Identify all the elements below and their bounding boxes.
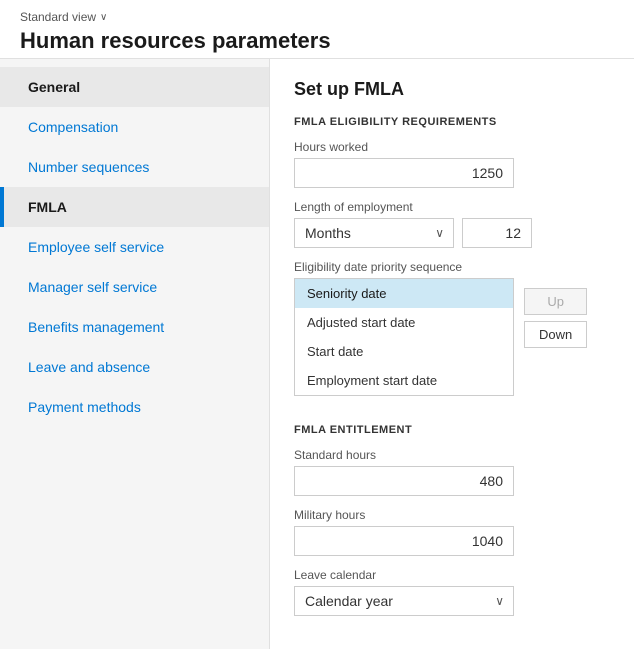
standard-view-chevron: ∨	[100, 12, 107, 23]
entitlement-section-label: FMLA ENTITLEMENT	[294, 424, 610, 436]
priority-button-group: Up Down	[524, 288, 587, 348]
length-of-employment-label: Length of employment	[294, 200, 610, 214]
sidebar-item-leave-and-absence[interactable]: Leave and absence	[0, 347, 269, 387]
sidebar-item-payment-methods[interactable]: Payment methods	[0, 387, 269, 427]
sidebar-item-fmla[interactable]: FMLA	[0, 187, 269, 227]
eligibility-section-label: FMLA ELIGIBILITY REQUIREMENTS	[294, 116, 610, 128]
sidebar: General Compensation Number sequences FM…	[0, 59, 270, 649]
standard-hours-group: Standard hours	[294, 448, 610, 496]
priority-row: Eligibility date priority sequence Senio…	[294, 260, 610, 408]
sidebar-item-general-label: General	[28, 79, 80, 95]
leave-calendar-label: Leave calendar	[294, 568, 610, 582]
sidebar-item-benefits-management-label: Benefits management	[28, 319, 164, 335]
standard-view-toggle[interactable]: Standard view ∨	[20, 10, 614, 24]
up-button[interactable]: Up	[524, 288, 587, 315]
content-section-title: Set up FMLA	[294, 79, 610, 100]
main-layout: General Compensation Number sequences FM…	[0, 59, 634, 649]
priority-item-employment-start-date[interactable]: Employment start date	[295, 366, 513, 395]
length-of-employment-group: Length of employment Months Years Days ∨	[294, 200, 610, 248]
military-hours-group: Military hours	[294, 508, 610, 556]
sidebar-item-employee-self-service[interactable]: Employee self service	[0, 227, 269, 267]
length-number-input[interactable]	[462, 218, 532, 248]
leave-calendar-dropdown-wrapper: Calendar year Fiscal year ∨	[294, 586, 514, 616]
sidebar-item-leave-and-absence-label: Leave and absence	[28, 359, 150, 375]
down-button[interactable]: Down	[524, 321, 587, 348]
priority-item-start-date[interactable]: Start date	[295, 337, 513, 366]
priority-list: Seniority date Adjusted start date Start…	[294, 278, 514, 396]
sidebar-item-compensation[interactable]: Compensation	[0, 107, 269, 147]
priority-item-adjusted-start-date[interactable]: Adjusted start date	[295, 308, 513, 337]
priority-item-seniority-date[interactable]: Seniority date	[295, 279, 513, 308]
priority-list-label: Eligibility date priority sequence	[294, 260, 514, 274]
priority-list-container: Eligibility date priority sequence Senio…	[294, 260, 514, 396]
hours-worked-input[interactable]	[294, 158, 514, 188]
sidebar-item-benefits-management[interactable]: Benefits management	[0, 307, 269, 347]
sidebar-item-payment-methods-label: Payment methods	[28, 399, 141, 415]
length-dropdown-wrapper: Months Years Days ∨	[294, 218, 454, 248]
entitlement-section: FMLA ENTITLEMENT Standard hours Military…	[294, 424, 610, 616]
sidebar-item-number-sequences[interactable]: Number sequences	[0, 147, 269, 187]
sidebar-item-employee-self-service-label: Employee self service	[28, 239, 164, 255]
leave-calendar-dropdown[interactable]: Calendar year Fiscal year	[294, 586, 514, 616]
sidebar-item-fmla-label: FMLA	[28, 199, 67, 215]
standard-hours-label: Standard hours	[294, 448, 610, 462]
sidebar-item-manager-self-service-label: Manager self service	[28, 279, 157, 295]
military-hours-input[interactable]	[294, 526, 514, 556]
military-hours-label: Military hours	[294, 508, 610, 522]
top-bar: Standard view ∨ Human resources paramete…	[0, 0, 634, 59]
hours-worked-group: Hours worked	[294, 140, 610, 188]
sidebar-item-compensation-label: Compensation	[28, 119, 118, 135]
page-title: Human resources parameters	[20, 28, 614, 54]
sidebar-item-manager-self-service[interactable]: Manager self service	[0, 267, 269, 307]
hours-worked-label: Hours worked	[294, 140, 610, 154]
sidebar-item-number-sequences-label: Number sequences	[28, 159, 149, 175]
sidebar-item-general[interactable]: General	[0, 67, 269, 107]
length-dropdown[interactable]: Months Years Days	[294, 218, 454, 248]
standard-hours-input[interactable]	[294, 466, 514, 496]
length-row: Months Years Days ∨	[294, 218, 610, 248]
standard-view-label: Standard view	[20, 10, 96, 24]
content-area: Set up FMLA FMLA ELIGIBILITY REQUIREMENT…	[270, 59, 634, 649]
leave-calendar-group: Leave calendar Calendar year Fiscal year…	[294, 568, 610, 616]
